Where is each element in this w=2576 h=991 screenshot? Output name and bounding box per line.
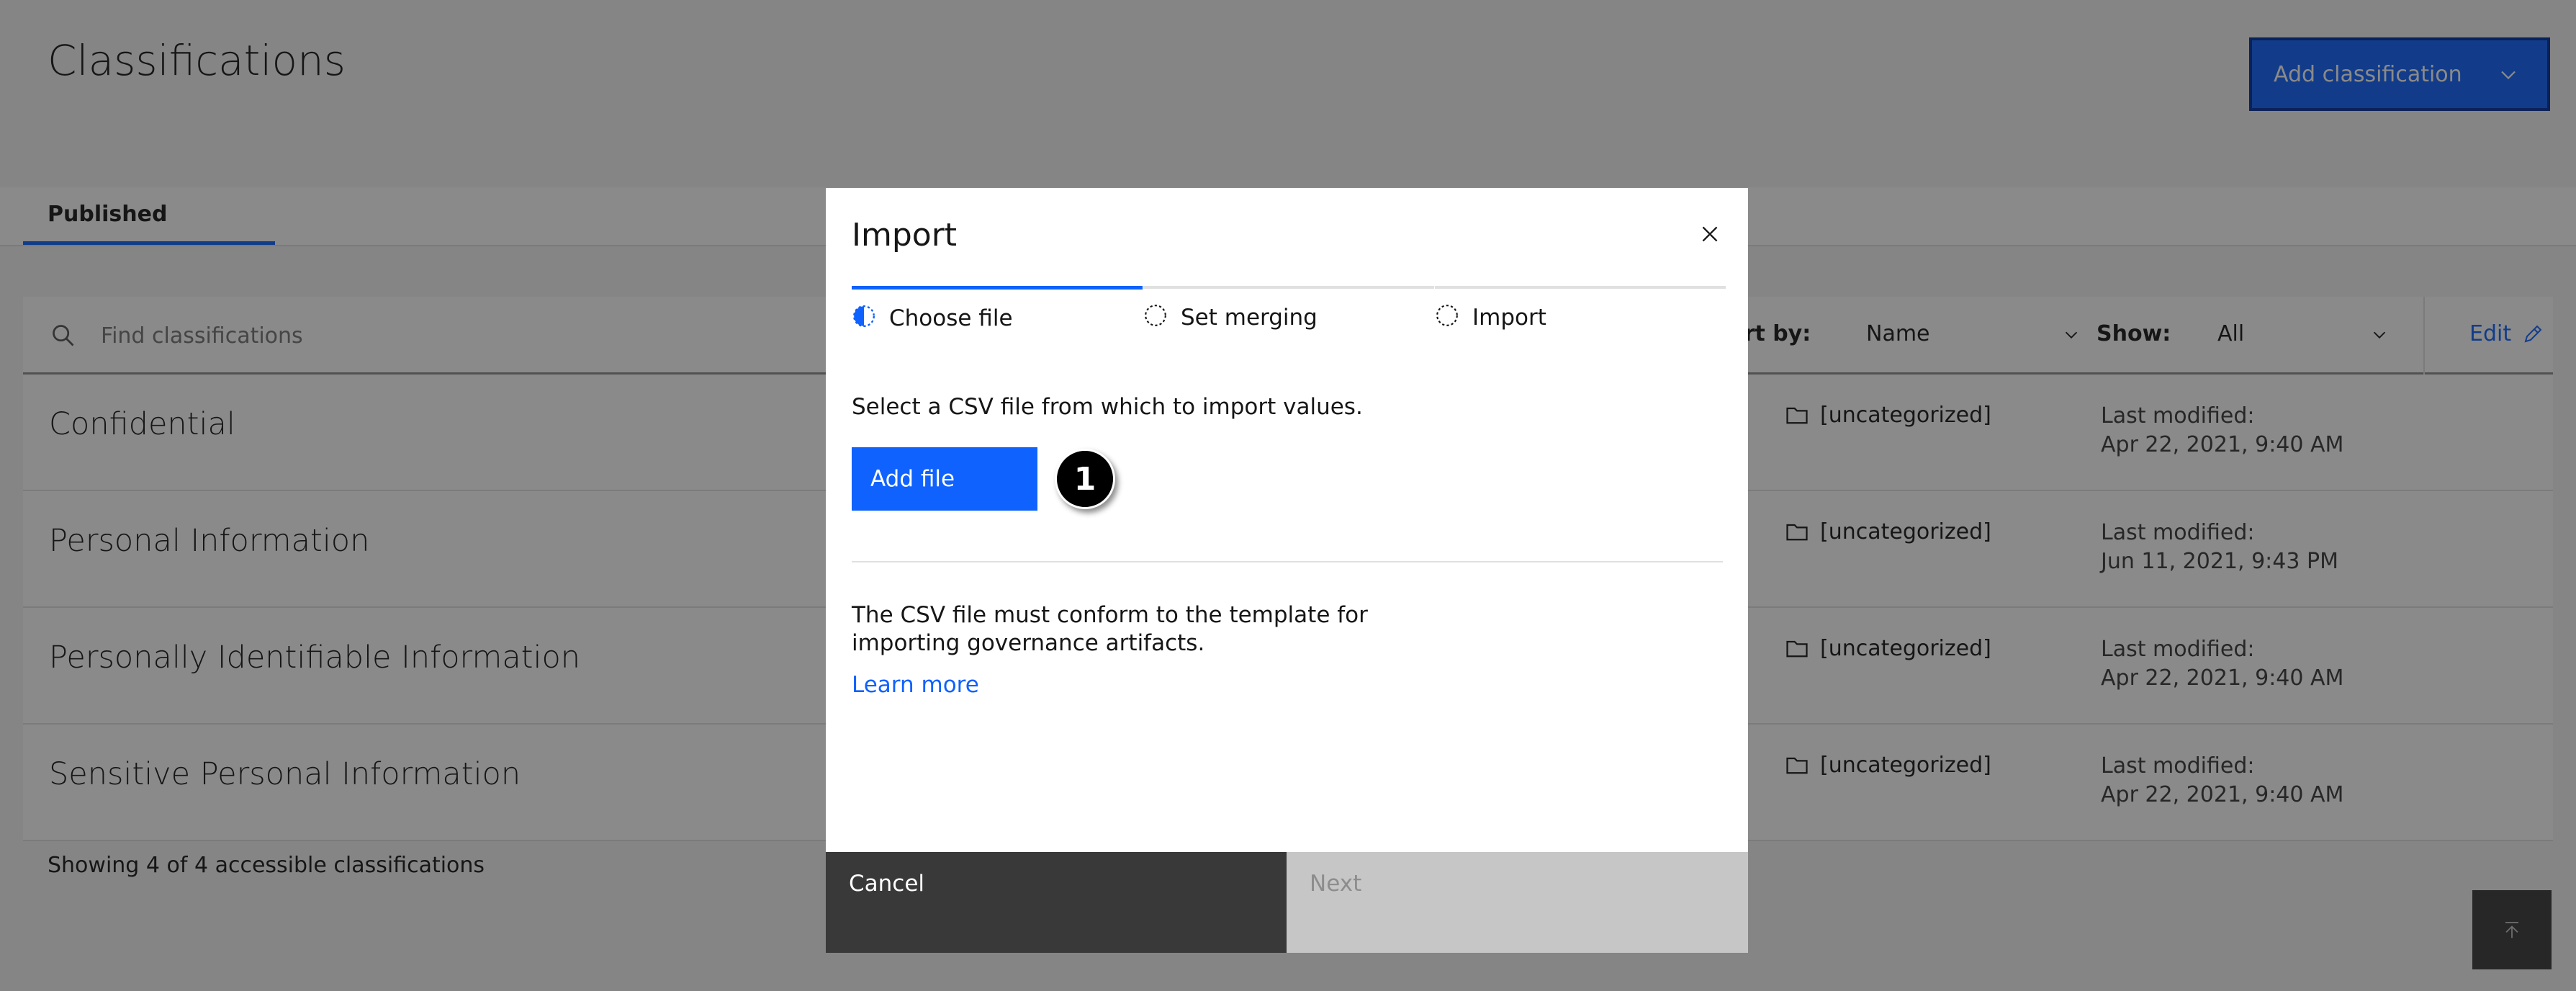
- step-label: Choose file: [889, 305, 1013, 331]
- step-progress-icon: [853, 305, 875, 327]
- instruction-text: Select a CSV file from which to import v…: [852, 394, 1363, 420]
- callout-badge: 1: [1055, 449, 1115, 509]
- conform-text: The CSV file must conform to the templat…: [852, 602, 1368, 656]
- cancel-button[interactable]: Cancel: [826, 852, 1287, 953]
- step-import[interactable]: Import: [1435, 286, 1726, 345]
- step-set-merging[interactable]: Set merging: [1143, 286, 1434, 345]
- divider: [852, 561, 1723, 562]
- add-file-button[interactable]: Add file: [852, 447, 1037, 511]
- step-incomplete-icon: [1436, 305, 1458, 326]
- step-label: Set merging: [1181, 305, 1318, 331]
- import-modal: Import Choose file Set merging Import Se…: [826, 188, 1748, 953]
- modal-title: Import: [852, 217, 958, 254]
- step-choose-file[interactable]: Choose file: [852, 286, 1143, 345]
- close-icon: [1702, 226, 1718, 242]
- close-button[interactable]: [1690, 214, 1730, 254]
- next-button[interactable]: Next: [1287, 852, 1748, 953]
- learn-more-link[interactable]: Learn more: [852, 672, 979, 698]
- step-incomplete-icon: [1145, 305, 1166, 326]
- step-label: Import: [1472, 305, 1546, 331]
